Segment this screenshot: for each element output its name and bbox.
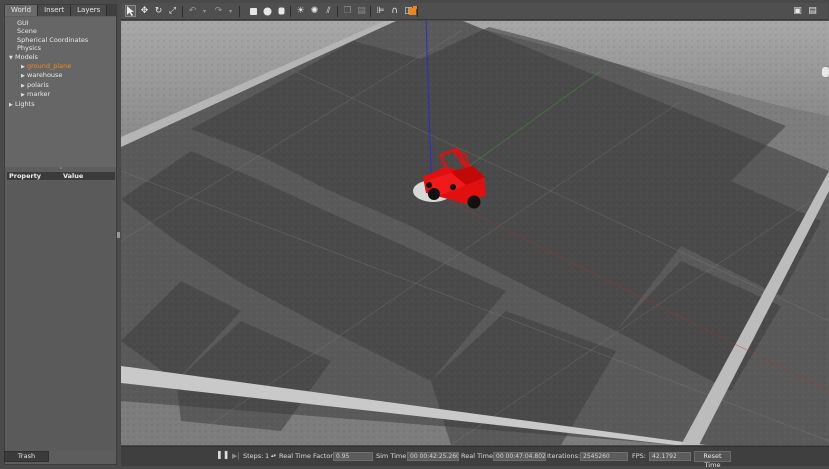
redo-icon[interactable]: ↷ [213,5,224,17]
steps-label: Steps: [243,452,264,460]
toolbar: ✥ ↻ ⤢ ↶ ▾ ↷ ▾ ☀ ✺ ⫽ ❐ ▤ ⊫ ∩ ◫ ▣ ▤ [121,3,828,20]
property-column-header: Property [9,172,42,180]
fps-label: FPS: [632,452,646,460]
steps-spinner-icon[interactable]: ▴▾ [271,451,276,461]
redo-dropdown-icon[interactable]: ▾ [225,5,236,17]
box-icon[interactable] [248,5,259,17]
tree-item-warehouse[interactable]: ▶ warehouse [5,71,116,80]
screenshot-icon[interactable]: ▣ [792,5,803,17]
world-tree: GUI Scene Spherical Coordinates Physics … [5,17,116,167]
real-time-factor-label: Real Time Factor: [279,452,336,460]
rotate-icon[interactable]: ↻ [153,5,164,17]
iterations-value: 2545260 [580,452,628,461]
snap-icon[interactable]: ∩ [389,5,400,17]
tree-item-lights[interactable]: ▶ Lights [5,100,116,109]
sim-time-value: 00 00:42:25.260 [407,452,459,461]
directional-light-icon[interactable]: ⫽ [323,5,334,17]
translate-icon[interactable]: ✥ [139,5,150,17]
tree-item-polaris[interactable]: ▶ polaris [5,81,116,90]
select-arrow-icon[interactable] [125,5,136,17]
undo-dropdown-icon[interactable]: ▾ [199,5,210,17]
scale-icon[interactable]: ⤢ [167,5,178,17]
cylinder-icon[interactable] [276,5,287,17]
value-column-header: Value [63,172,84,180]
steps-value[interactable]: 1 [265,451,269,461]
paste-icon[interactable]: ▤ [356,5,367,17]
property-table [7,181,115,451]
iterations-label: Iterations: [547,452,581,460]
sim-time-label: Sim Time: [376,452,409,460]
panel-tabs: World Insert Layers [5,5,116,16]
tree-item-physics[interactable]: Physics [5,44,116,52]
copy-icon[interactable]: ❐ [342,5,353,17]
tree-item-models[interactable]: ▼ Models [5,53,116,62]
real-time-value: 00 00:47:04.802 [493,452,546,461]
fps-value: 42.1792 [649,452,691,461]
tree-item-ground-plane[interactable]: ▶ ground_plane [5,62,116,71]
tree-item-gui[interactable]: GUI [5,19,116,27]
point-light-icon[interactable]: ☀ [295,5,306,17]
reset-time-button[interactable]: Reset Time [694,451,731,469]
undo-icon[interactable]: ↶ [187,5,198,17]
tab-layers[interactable]: Layers [71,5,108,16]
real-time-factor-value: 0.95 [333,452,373,461]
tab-insert[interactable]: Insert [38,5,72,16]
tree-item-marker[interactable]: ▶ marker [5,90,116,99]
tree-item-label: warehouse [27,71,63,80]
step-icon[interactable]: ▶| [232,451,240,461]
record-icon[interactable] [407,5,418,17]
tree-item-models-label: Models [15,52,38,61]
tree-item-label: marker [27,90,51,99]
tree-item-label: polaris [27,80,49,89]
trash-button[interactable]: Trash [4,451,49,462]
tree-item-lights-label: Lights [15,99,35,108]
property-header: Property Value [7,172,115,180]
spot-light-icon[interactable]: ✺ [309,5,320,17]
tab-world[interactable]: World [5,5,39,16]
panel-collapse-handle[interactable] [117,232,120,238]
tree-item-label: ground_plane [27,62,72,71]
log-icon[interactable]: ▤ [807,5,818,17]
left-panel: World Insert Layers GUI Scene Spherical … [4,4,117,465]
3d-viewport[interactable] [121,21,829,445]
pause-icon[interactable]: ❚❚ [216,450,229,460]
bottom-status-bar: ❚❚ ▶| Steps: 1 ▴▾ Real Time Factor: 0.95… [121,446,829,469]
sphere-icon[interactable] [262,5,273,17]
real-time-label: Real Time: [461,452,496,460]
align-icon[interactable]: ⊫ [375,5,386,17]
tree-item-scene[interactable]: Scene [5,27,116,35]
tree-item-spherical-coordinates[interactable]: Spherical Coordinates [5,36,116,44]
scene-render [121,21,829,445]
